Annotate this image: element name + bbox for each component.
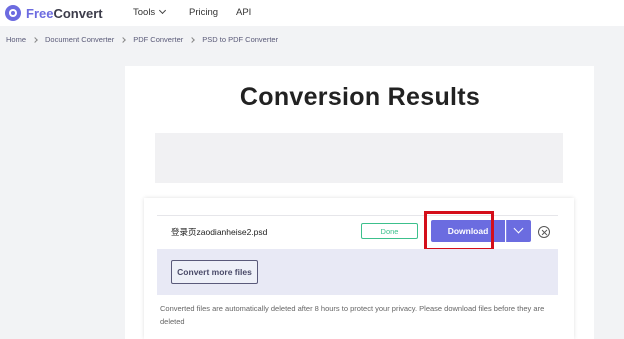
highlight-box	[424, 211, 494, 251]
chevron-right-icon	[189, 36, 196, 43]
top-navbar: FreeConvert Tools Pricing API	[0, 0, 624, 26]
freeconvert-logo-icon	[5, 5, 21, 21]
chevron-right-icon	[32, 36, 38, 43]
breadcrumb-pdf-converter[interactable]: PDF Converter	[133, 35, 183, 44]
nav-api[interactable]: API	[236, 7, 251, 18]
nav-tools-label: Tools	[133, 7, 156, 18]
ad-placeholder	[155, 133, 563, 183]
status-badge: Done	[361, 223, 418, 239]
chevron-right-icon	[120, 36, 127, 43]
download-options-button[interactable]	[506, 220, 531, 242]
logo[interactable]: FreeConvert	[5, 5, 103, 21]
file-name: 登录页zaodianheise2.psd	[171, 227, 268, 237]
chevron-down-icon	[159, 6, 167, 15]
convert-more-files-button[interactable]: Convert more files	[171, 260, 258, 284]
logo-text: FreeConvert	[26, 5, 103, 21]
breadcrumb-current: PSD to PDF Converter	[202, 35, 279, 44]
breadcrumb: Home Document Converter PDF Converter PS…	[6, 35, 278, 44]
privacy-note: Converted files are automatically delete…	[160, 304, 545, 326]
nav-pricing[interactable]: Pricing	[189, 7, 218, 18]
breadcrumb-home[interactable]: Home	[6, 35, 26, 44]
page-title: Conversion Results	[239, 83, 481, 111]
chevron-down-icon	[513, 223, 524, 234]
nav-tools[interactable]: Tools	[133, 6, 167, 18]
breadcrumb-document-converter[interactable]: Document Converter	[45, 35, 114, 44]
close-circle-icon[interactable]	[538, 226, 550, 238]
